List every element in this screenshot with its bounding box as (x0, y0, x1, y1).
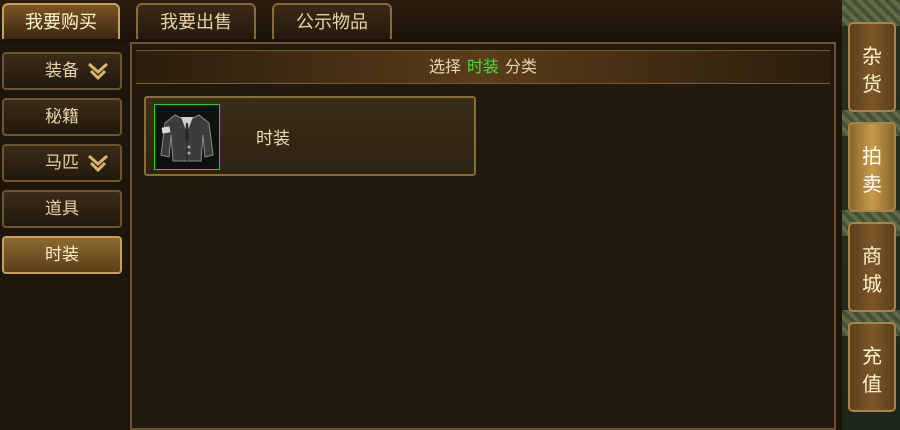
chevron-down-icon (88, 154, 108, 173)
item-card[interactable]: 时装 (144, 96, 476, 176)
side-button-char: 杂 (862, 44, 882, 68)
side-button-auction[interactable]: 拍 卖 (848, 122, 896, 212)
item-thumbnail (154, 104, 220, 170)
category-label: 马匹 (45, 153, 79, 173)
category-label: 秘籍 (45, 107, 79, 127)
tab-buy[interactable]: 我要购买 (2, 3, 120, 39)
category-equipment[interactable]: 装备 (2, 52, 122, 90)
category-label: 道具 (45, 199, 79, 219)
item-panel: 选择 时装 分类 时装 (130, 42, 836, 430)
side-button-shop[interactable]: 商 城 (848, 222, 896, 312)
suit-jacket-icon (160, 114, 214, 162)
tab-bar: 我要购买 我要出售 公示物品 (0, 0, 842, 42)
header-suffix: 分类 (505, 57, 538, 76)
category-label: 时装 (45, 245, 79, 265)
side-button-char: 商 (862, 244, 882, 268)
tab-sell[interactable]: 我要出售 (136, 3, 256, 39)
side-button-char: 充 (862, 344, 882, 368)
category-header: 选择 时装 分类 (136, 50, 830, 84)
category-label: 装备 (45, 61, 79, 81)
tab-public-items[interactable]: 公示物品 (272, 3, 392, 39)
category-items[interactable]: 道具 (2, 190, 122, 228)
side-button-char: 卖 (862, 172, 882, 196)
side-button-groceries[interactable]: 杂 货 (848, 22, 896, 112)
side-button-char: 拍 (862, 144, 882, 168)
side-button-char: 货 (862, 72, 882, 96)
category-fashion[interactable]: 时装 (2, 236, 122, 274)
category-manuals[interactable]: 秘籍 (2, 98, 122, 136)
header-prefix: 选择 (428, 57, 461, 76)
category-horses[interactable]: 马匹 (2, 144, 122, 182)
side-button-char: 城 (862, 272, 882, 296)
item-name: 时装 (256, 129, 290, 149)
side-button-recharge[interactable]: 充 值 (848, 322, 896, 412)
auction-window: 我要购买 我要出售 公示物品 装备 秘籍 马匹 道具 时装 选择 时装 分类 时… (0, 0, 900, 430)
side-button-char: 值 (862, 372, 882, 396)
category-list: 装备 秘籍 马匹 道具 时装 (0, 42, 130, 430)
header-highlight: 时装 (466, 57, 499, 76)
chevron-down-icon (88, 62, 108, 81)
